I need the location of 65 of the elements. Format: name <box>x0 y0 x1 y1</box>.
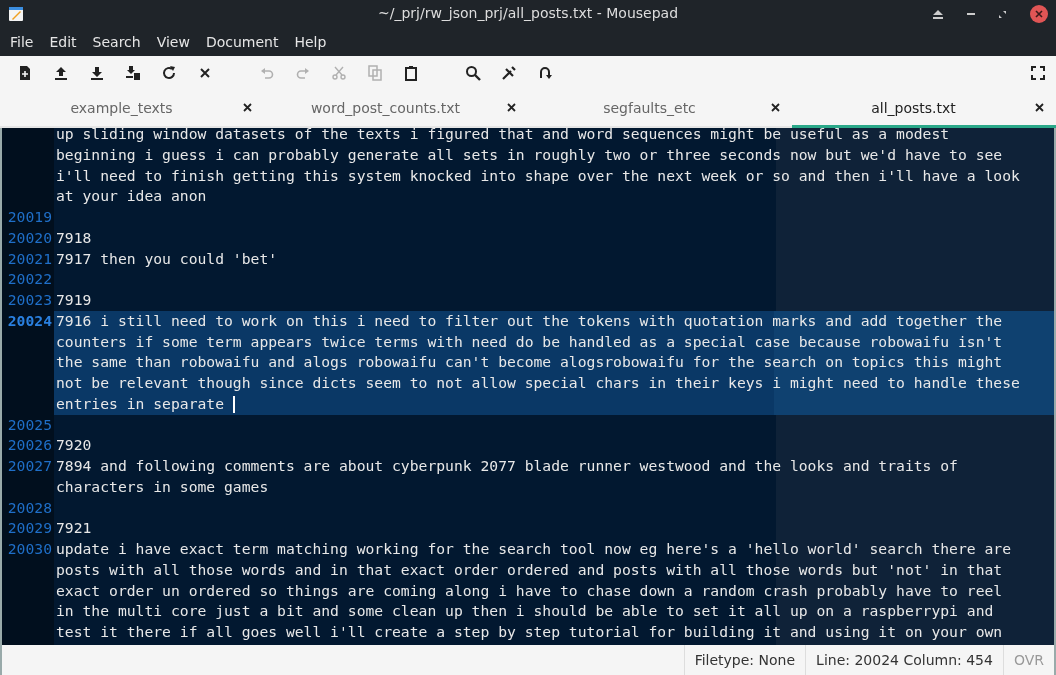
code-line: characters in some games <box>56 476 269 497</box>
code-line: 7919 <box>56 290 92 310</box>
wand-icon[interactable] <box>501 65 517 81</box>
search-icon[interactable] <box>465 65 481 81</box>
menu-item[interactable]: Document <box>197 34 287 50</box>
line-number: 20026 <box>7 436 52 454</box>
code-line: 7916 i still need to work on this i need to filter out the tokens with quotation marks and add together the <box>56 310 1003 331</box>
code-line: counters if some term appears twice terms with need do be handled as a special case because robowaifu isn't <box>56 331 1003 352</box>
menu-item[interactable]: View <box>148 34 198 50</box>
line-number: 20023 <box>7 291 52 308</box>
code-line: 7894 and following comments are about cyberpunk 2077 blade runner westwood and the looks and traits of <box>56 456 958 476</box>
code-line: entries in separate <box>56 393 224 414</box>
menu-item[interactable]: Edit <box>41 34 85 50</box>
text-caret <box>233 395 235 413</box>
upload-icon[interactable] <box>53 65 69 81</box>
code-line: the same than robowaifu and alogs robowaifu can't become alogsrobowaifu for the search on topics this might <box>56 352 1003 373</box>
code-line: beginning i guess i can probably generate all sets in roughly two or three seconds now but we'd have to see <box>56 144 1003 165</box>
filetype-label[interactable]: Filetype: None <box>683 645 806 675</box>
code-line: test it there if all goes well i'll create a step by step tutorial for building it and using it on your own <box>56 622 1003 642</box>
line-number: 20022 <box>7 270 52 288</box>
line-number: 20021 <box>7 249 52 267</box>
close-icon[interactable] <box>507 103 516 112</box>
restore-icon[interactable] <box>999 10 1006 18</box>
window-title: ~/_prj/rw_json_prj/all_posts.txt - Mousepad <box>377 5 679 21</box>
tab[interactable]: example_texts <box>0 90 264 128</box>
code-line: 7921 <box>56 518 92 539</box>
jump-arrow-icon[interactable] <box>537 65 553 81</box>
line-number: 20030 <box>7 540 52 557</box>
code-line: i'll need to finish getting this system knocked into shape over the next week or so and then i'll have a look <box>56 165 1020 186</box>
line-number: 20029 <box>7 519 52 537</box>
close-icon[interactable] <box>771 103 780 112</box>
save-as-icon[interactable] <box>125 65 141 81</box>
fullscreen-icon[interactable] <box>1030 65 1046 81</box>
clipboard-icon[interactable] <box>403 65 419 81</box>
code-line: exact order un ordered so things are coming along i have to chase down a random crash probably have to reel <box>56 580 1003 601</box>
code-line: posts with all those words and in that exact order ordered and posts with all those words but 'not' in that <box>56 559 1003 580</box>
reload-icon[interactable] <box>161 65 177 81</box>
close-window-icon[interactable] <box>1030 5 1048 23</box>
line-number: 20028 <box>7 498 52 516</box>
code-line: 7920 <box>56 435 92 456</box>
code-line: in the multi core just a bit and some clean up then i should be able to set it all up on a raspberrypi and <box>56 601 994 622</box>
tab[interactable]: word_post_counts.txt <box>264 90 528 128</box>
line-number: 20025 <box>7 415 52 433</box>
overwrite-indicator: OVR <box>1002 645 1054 675</box>
close-icon[interactable] <box>243 103 252 112</box>
line-number: 20020 <box>7 228 52 246</box>
code-line: 7918 <box>56 227 92 248</box>
eject-icon[interactable] <box>933 9 943 19</box>
close-icon[interactable] <box>1035 103 1044 112</box>
app-icon <box>8 6 24 22</box>
menu-item[interactable]: Search <box>84 34 149 50</box>
code-line: not be relevant though since dicts seem to not allow special chars in their keys i might need to handle these <box>56 373 1020 393</box>
tab[interactable]: segfaults_etc <box>528 90 792 128</box>
line-number: 20019 <box>7 208 52 225</box>
code-line: up sliding window datasets of the texts i figured that and word sequences might be useful as a modest <box>56 128 950 144</box>
code-line: at your idea anon <box>56 186 207 207</box>
new-file-icon[interactable] <box>17 65 33 81</box>
cursor-position: Line: 20024 Column: 454 <box>805 645 1003 675</box>
code-line: 7917 then you could 'bet' <box>56 248 278 269</box>
menu-item[interactable]: Help <box>286 34 335 50</box>
menu-item[interactable]: File <box>2 34 42 50</box>
line-number: 20024 <box>7 311 52 329</box>
code-line: update i have exact term matching working for the search tool now eg here's a 'hello world' search there are <box>56 539 1011 559</box>
download-icon[interactable] <box>89 65 105 81</box>
line-number: 20027 <box>7 457 52 474</box>
